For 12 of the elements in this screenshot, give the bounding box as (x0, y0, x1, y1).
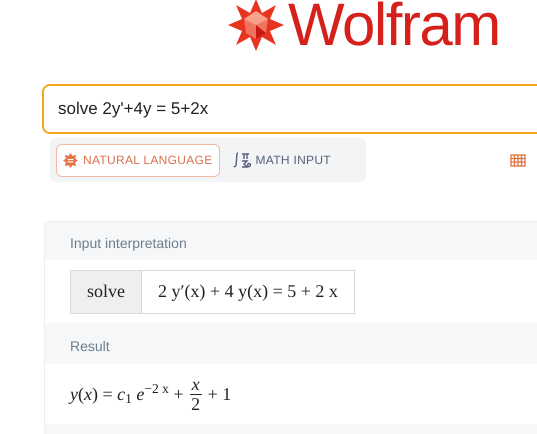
search-field[interactable]: solve 2y'+4y = 5+2x (42, 84, 537, 134)
table-cell-text: 2 y′(x) + 4 y(x) = 5 + 2 x (157, 280, 339, 303)
pod-title: Result (69, 337, 111, 356)
star-icon (63, 152, 78, 168)
star-logo-icon (228, 0, 284, 53)
table-cell: solve (71, 270, 142, 312)
input-mode-tab[interactable]: NATURAL LANGUAGE (56, 144, 220, 176)
pod-title: Input interpretation (69, 234, 188, 253)
math-symbols-icon (232, 152, 250, 168)
keyboard-grid-icon[interactable] (510, 154, 526, 166)
logo-wordmark: Wolfram (288, 0, 500, 55)
input-mode-tab[interactable]: MATH INPUT (226, 144, 338, 176)
